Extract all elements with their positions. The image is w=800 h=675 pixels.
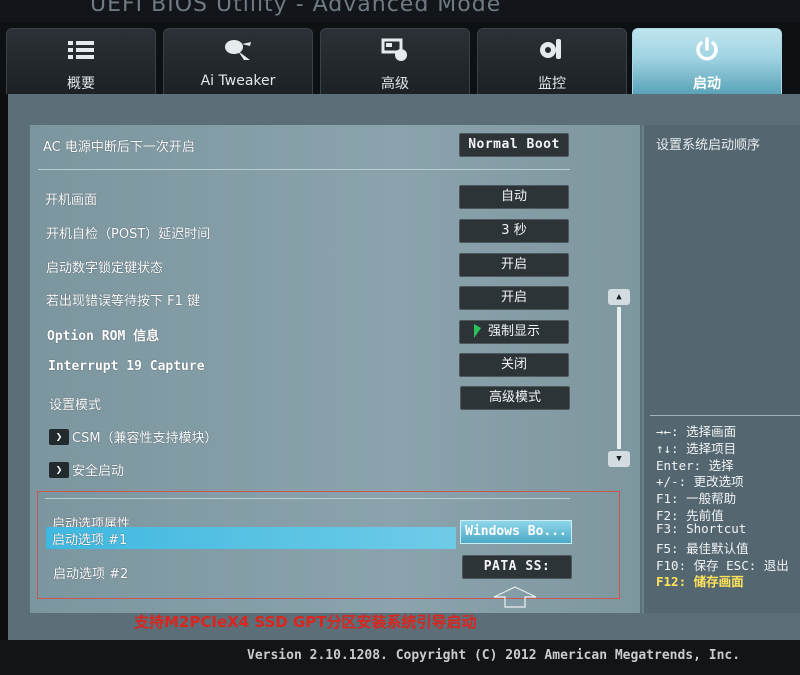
option-rom-label: Option ROM 信息 (47, 329, 160, 344)
setup-mode-select[interactable]: 高级模式 (460, 386, 570, 410)
list-icon (7, 37, 155, 63)
scrollbar[interactable]: ▲ ▼ (608, 289, 630, 467)
boot-option-2-select[interactable]: PATA SS: (462, 555, 572, 579)
setup-mode-label: 设置模式 (49, 398, 102, 413)
numlock-select[interactable]: 开启 (459, 253, 569, 277)
post-delay-select[interactable]: 3 秒 (459, 219, 569, 243)
boot-option-1-label: 启动选项 #1 (52, 533, 128, 548)
int19-select[interactable]: 关闭 (459, 353, 569, 377)
ac-power-select[interactable]: Normal Boot (459, 133, 569, 157)
boot-section-divider (45, 498, 570, 499)
ac-power-label: AC 电源中断后下一次开启 (43, 140, 195, 155)
numlock-label: 启动数字锁定键状态 (46, 261, 164, 276)
wait-f1-label: 若出现错误等待按下 F1 键 (46, 294, 201, 309)
int19-label: Interrupt 19 Capture (48, 359, 205, 374)
tab-boot-label: 启动 (693, 76, 721, 92)
boot-option-2-label: 启动选项 #2 (53, 567, 129, 582)
key-hint-f3: F3: Shortcut (656, 521, 747, 536)
boot-option-1-select[interactable]: Windows Bo... (460, 520, 572, 544)
tab-advanced-label: 高级 (381, 76, 409, 92)
tab-overview[interactable]: 概要 (6, 28, 156, 94)
boot-logo-label: 开机画面 (45, 193, 98, 208)
scroll-up-button[interactable]: ▲ (608, 289, 630, 305)
post-delay-label: 开机自检（POST）延迟时间 (46, 227, 211, 242)
mouse-cursor-icon (474, 324, 481, 338)
monitor-icon (478, 37, 626, 63)
copyright-text: Version 2.10.1208. Copyright (C) 2012 Am… (247, 648, 741, 663)
tab-boot[interactable]: 启动 (632, 28, 782, 94)
help-divider (650, 415, 800, 416)
tab-bar: 概要 Ai Tweaker 高级 监控 启动 (0, 22, 800, 94)
up-arrow-icon (493, 586, 537, 608)
tab-ai-tweaker-label: Ai Tweaker (200, 73, 276, 89)
footer: Version 2.10.1208. Copyright (C) 2012 Am… (0, 640, 800, 675)
help-description: 设置系统启动顺序 (656, 138, 761, 153)
csm-submenu[interactable]: CSM（兼容性支持模块） (72, 427, 218, 446)
tab-monitor[interactable]: 监控 (477, 28, 627, 94)
wait-f1-select[interactable]: 开启 (459, 286, 569, 310)
tab-monitor-label: 监控 (538, 76, 566, 92)
boot-logo-select[interactable]: 自动 (459, 185, 569, 209)
key-hint-f12: F12: 储存画面 (656, 574, 744, 589)
fan-icon (164, 37, 312, 63)
section-divider (38, 169, 570, 170)
scroll-down-button[interactable]: ▼ (608, 451, 630, 467)
tab-overview-label: 概要 (67, 76, 95, 92)
tab-ai-tweaker[interactable]: Ai Tweaker (163, 28, 313, 94)
advanced-icon (321, 37, 469, 63)
chevron-right-icon: ❯ (49, 462, 69, 478)
chevron-right-icon: ❯ (49, 429, 69, 445)
secure-boot-submenu[interactable]: 安全启动 (72, 460, 124, 479)
window-title: UEFI BIOS Utility - Advanced Mode (90, 0, 502, 17)
scroll-track[interactable] (617, 307, 621, 449)
power-icon (633, 37, 781, 63)
title-bar: UEFI BIOS Utility - Advanced Mode (0, 0, 800, 22)
annotation-caption: 支持M2PCIeX4 SSD GPT分区安装系统引导启动 (134, 613, 477, 631)
tab-advanced[interactable]: 高级 (320, 28, 470, 94)
